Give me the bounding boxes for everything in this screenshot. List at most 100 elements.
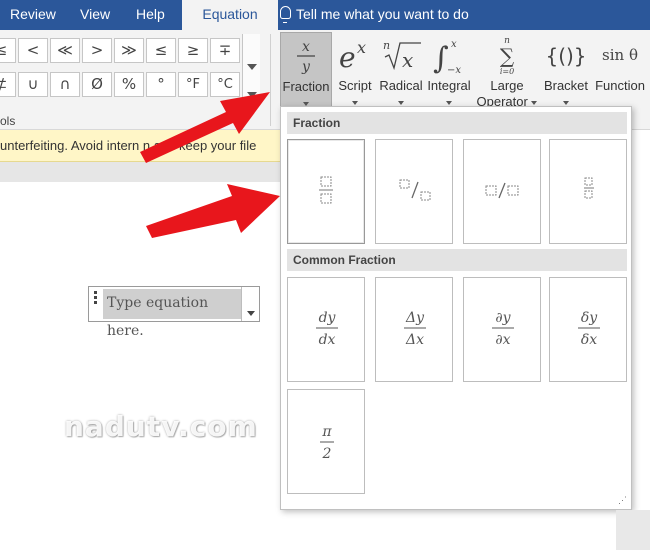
lightbulb-icon: [280, 6, 291, 23]
fraction-denominator: δx: [581, 332, 597, 348]
ruler-strip: [0, 162, 282, 182]
scroll-down-icon[interactable]: [247, 64, 257, 70]
skewed-fraction-icon: [399, 179, 431, 201]
symbol-button[interactable]: ≫: [114, 38, 144, 63]
function-label: Function: [595, 78, 645, 93]
small-fraction-icon: [584, 177, 594, 199]
svg-text:i=0: i=0: [500, 67, 514, 76]
fraction-denominator: 2: [322, 446, 332, 462]
symbol-button[interactable]: >: [82, 38, 112, 63]
chevron-down-icon: [446, 100, 452, 105]
script-button[interactable]: e x Script: [334, 32, 376, 112]
fraction-denominator: ∂x: [495, 332, 510, 348]
word-window: Review View Help Equation Tell me what y…: [0, 0, 650, 550]
function-button[interactable]: sin θ Function: [590, 32, 650, 112]
tab-help[interactable]: Help: [136, 0, 165, 30]
common-fraction-small-delta-y-delta-x[interactable]: δy δx: [549, 277, 627, 382]
symbol-button[interactable]: ⊄: [0, 72, 16, 97]
tab-equation[interactable]: Equation: [182, 0, 278, 30]
integral-button[interactable]: ∫ x −x Integral: [426, 32, 472, 112]
symbol-scrollbar[interactable]: [242, 34, 260, 110]
fraction-numerator: dy: [319, 310, 337, 326]
radical-button[interactable]: n x Radical: [378, 32, 424, 112]
bracket-button[interactable]: {()} Bracket: [542, 32, 590, 112]
tab-view[interactable]: View: [80, 0, 110, 30]
large-operator-label-1: Large: [490, 78, 524, 93]
chevron-down-icon: [247, 311, 255, 316]
common-fraction-pi-over-2[interactable]: π 2: [287, 389, 365, 494]
section-header-common-fraction: Common Fraction: [287, 249, 627, 271]
symbol-button[interactable]: ≪: [50, 38, 80, 63]
svg-text:x: x: [357, 38, 366, 57]
equation-options-button[interactable]: [241, 287, 259, 321]
symbol-button[interactable]: °F: [178, 72, 208, 97]
fraction-button[interactable]: x y Fraction: [280, 32, 332, 112]
symbol-button[interactable]: ∩: [50, 72, 80, 97]
symbol-button[interactable]: ≥: [178, 38, 208, 63]
chevron-down-icon: [531, 100, 538, 105]
tab-review[interactable]: Review: [10, 0, 56, 30]
fraction-skewed-option[interactable]: [375, 139, 453, 244]
svg-text:y: y: [301, 59, 311, 75]
fraction-icon: x y: [281, 33, 331, 79]
linear-fraction-icon: [485, 182, 519, 199]
symbol-button[interactable]: °C: [210, 72, 240, 97]
radical-icon: n x: [378, 32, 424, 78]
fraction-numerator: π: [321, 424, 332, 440]
fraction-linear-option[interactable]: [463, 139, 541, 244]
resize-grip-icon[interactable]: ⋰: [618, 495, 627, 506]
svg-text:∑: ∑: [500, 44, 515, 68]
equation-placeholder[interactable]: Type equation here.: [103, 289, 241, 339]
summation-icon: n ∑ i=0: [474, 32, 540, 78]
svg-text:e: e: [339, 41, 356, 74]
symbol-button[interactable]: ∓: [210, 38, 240, 63]
tell-me-search[interactable]: Tell me what you want to do: [296, 0, 469, 30]
chevron-down-icon: [303, 101, 309, 106]
notification-bar: unterfeiting. Avoid intern n and keep yo…: [0, 130, 282, 162]
symbol-button[interactable]: ≤: [146, 38, 176, 63]
fraction-denominator: Δx: [405, 332, 424, 348]
symbol-button[interactable]: ≤: [0, 38, 16, 63]
svg-text:{()}: {()}: [545, 44, 586, 68]
common-fraction-dy-dx[interactable]: dy dx: [287, 277, 365, 382]
chevron-down-icon: [398, 100, 404, 105]
equation-box[interactable]: Type equation here.: [88, 286, 260, 339]
svg-text:x: x: [451, 39, 457, 50]
large-operator-button[interactable]: n ∑ i=0 Large Operator: [474, 32, 540, 112]
script-icon: e x: [334, 32, 376, 78]
fraction-numerator: Δy: [405, 310, 425, 326]
symbols-group-label: ols: [0, 114, 16, 128]
fraction-small-option[interactable]: [549, 139, 627, 244]
chevron-down-icon: [563, 100, 569, 105]
fraction-numerator: ∂y: [495, 310, 511, 326]
svg-text:n: n: [383, 39, 390, 52]
watermark-text: nadutv.com: [64, 410, 258, 443]
function-icon: sin θ: [590, 32, 650, 78]
svg-text:x: x: [302, 39, 310, 55]
symbol-button[interactable]: <: [18, 38, 48, 63]
script-label: Script: [338, 78, 372, 93]
drag-handle-icon[interactable]: [91, 290, 101, 306]
bracket-icon: {()}: [542, 32, 590, 78]
group-separator: [270, 34, 271, 126]
symbol-button[interactable]: °: [146, 72, 176, 97]
scrollbar-corner: [616, 510, 650, 550]
stacked-fraction-icon: [319, 176, 333, 204]
common-fraction-partial-y-partial-x[interactable]: ∂y ∂x: [463, 277, 541, 382]
fraction-stacked-option[interactable]: [287, 139, 365, 244]
more-symbols-icon[interactable]: [247, 92, 257, 98]
common-fraction-delta-y-delta-x[interactable]: Δy Δx: [375, 277, 453, 382]
bracket-label: Bracket: [543, 78, 589, 93]
document-area[interactable]: [0, 182, 282, 550]
svg-text:x: x: [402, 48, 413, 72]
chevron-down-icon: [352, 100, 358, 105]
symbol-button[interactable]: ∪: [18, 72, 48, 97]
ribbon-tab-bar: Review View Help Equation Tell me what y…: [0, 0, 650, 30]
fraction-label: Fraction: [282, 79, 330, 94]
symbol-button[interactable]: %: [114, 72, 144, 97]
fraction-gallery: Fraction Common Fraction dy dx Δy Δx ∂y …: [280, 106, 632, 510]
symbol-button[interactable]: Ø: [82, 72, 112, 97]
function-icon-text: sin θ: [602, 46, 638, 64]
integral-icon: ∫ x −x: [426, 32, 472, 78]
radical-label: Radical: [379, 78, 423, 93]
